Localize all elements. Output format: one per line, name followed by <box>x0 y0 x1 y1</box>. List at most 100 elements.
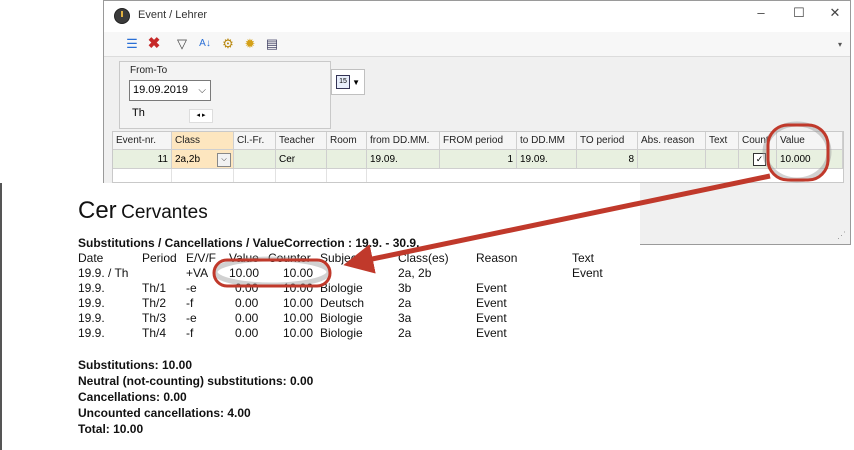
report-col-text: Text <box>572 251 595 265</box>
report-col-reason: Reason <box>476 251 518 265</box>
count-checkbox[interactable]: ✓ <box>753 153 766 166</box>
report-cell-date: 19.9. <box>78 281 105 295</box>
title-bar[interactable]: Event / Lehrer – ☐ ✕ <box>104 1 850 32</box>
from-to-label: From-To <box>130 65 168 76</box>
grid-empty-area <box>234 169 276 182</box>
maximize-button[interactable]: ☐ <box>782 1 816 25</box>
report-cell-subject: Deutsch <box>320 296 365 310</box>
report-cell-reason: Event <box>476 326 507 340</box>
report-cell-counter: 10.00 <box>283 266 314 280</box>
settings-icon[interactable]: ⚙ <box>220 36 236 52</box>
report-cell-period: Th/3 <box>142 311 167 325</box>
report-cell-date: 19.9. <box>78 326 105 340</box>
minimize-button[interactable]: – <box>744 1 778 25</box>
date-picker[interactable]: 19.09.2019 ⌵ <box>129 80 211 101</box>
resize-grip-icon[interactable]: ⋰ <box>837 230 846 241</box>
cell-text[interactable] <box>706 150 739 169</box>
report-col-value: Value <box>229 251 259 265</box>
grid-empty-area <box>172 169 234 182</box>
clock-icon <box>114 8 130 24</box>
report-cell-classes: 2a, 2b <box>398 266 432 280</box>
report-cell-classes: 2a <box>398 296 412 310</box>
col-header-from[interactable]: from DD.MM. <box>367 132 440 150</box>
summary-neutral: Neutral (not-counting) substitutions: 0.… <box>78 374 314 388</box>
calendar-icon: 15 <box>336 75 350 89</box>
report-cell-reason: Event <box>476 311 507 325</box>
report-cell-subject: Biologie <box>320 281 363 295</box>
cell-from[interactable]: 19.09. <box>367 150 440 169</box>
list-icon[interactable]: ☰ <box>124 36 140 52</box>
cell-from-period[interactable]: 1 <box>440 150 517 169</box>
cell-teacher[interactable]: Cer <box>276 150 327 169</box>
toolbar: ☰ ✖ ▽ A↓ ⚙ ✹ ▤ ▾ <box>104 32 850 57</box>
cell-event-nr[interactable]: 11 <box>113 150 172 169</box>
report-col-subject: Subject <box>320 251 361 265</box>
report-cell-period: Th/1 <box>142 281 167 295</box>
teacher-full-name: Cervantes <box>121 202 208 223</box>
cell-class-value: 2a,2b <box>175 154 201 165</box>
cell-count[interactable]: ✓ <box>739 150 777 169</box>
col-header-teacher[interactable]: Teacher <box>276 132 327 150</box>
cell-to[interactable]: 19.09. <box>517 150 577 169</box>
close-button[interactable]: ✕ <box>818 1 852 25</box>
report-cell-classes: 3b <box>398 281 412 295</box>
weekday-label: Th <box>132 107 145 119</box>
cell-value[interactable]: 10.000 <box>777 150 843 169</box>
report-cell-evf: -e <box>186 281 197 295</box>
date-spinner[interactable]: ◂ ▸ <box>189 109 213 123</box>
col-header-from-period[interactable]: FROM period <box>440 132 517 150</box>
report-cell-counter: 10.00 <box>283 326 314 340</box>
report-cell-reason: Event <box>476 281 507 295</box>
window-title: Event / Lehrer <box>138 9 208 21</box>
report-cell-value: 0.00 <box>235 296 259 310</box>
cell-cl-fr[interactable] <box>234 150 276 169</box>
cell-to-period[interactable]: 8 <box>577 150 638 169</box>
report-cell-evf: -e <box>186 311 197 325</box>
toolbar-menu-chevron-icon[interactable]: ▾ <box>838 40 842 49</box>
gear-icon[interactable]: ✹ <box>242 36 258 52</box>
col-header-count[interactable]: Count <box>739 132 777 150</box>
col-header-to-period[interactable]: TO period <box>577 132 638 150</box>
report-cell-counter: 10.00 <box>283 281 314 295</box>
col-header-text[interactable]: Text <box>706 132 739 150</box>
grid-empty-area <box>276 169 327 182</box>
report-cell-subject: Biologie <box>320 326 363 340</box>
filter-icon[interactable]: ▽ <box>174 36 190 52</box>
chevron-down-icon: ▼ <box>352 78 360 87</box>
summary-total: Total: 10.00 <box>78 422 144 436</box>
chevron-down-icon[interactable]: ⌵ <box>217 153 231 167</box>
delete-icon[interactable]: ✖ <box>146 36 162 52</box>
summary-substitutions: Substitutions: 10.00 <box>78 358 193 372</box>
report-cell-classes: 3a <box>398 311 412 325</box>
teacher-short-name: Cer <box>78 197 117 224</box>
report-cell-date: 19.9. / Th <box>78 266 129 280</box>
teacher-report: Cer Cervantes Substitutions / Cancellati… <box>0 183 640 450</box>
col-header-to[interactable]: to DD.MM <box>517 132 577 150</box>
teacher-heading: Cer Cervantes <box>78 197 208 225</box>
report-col-classes: Class(es) <box>398 251 449 265</box>
report-col-counter: Counter <box>268 251 311 265</box>
col-header-cl-fr[interactable]: Cl.-Fr. <box>234 132 276 150</box>
cell-class[interactable]: 2a,2b ⌵ <box>172 150 234 169</box>
report-cell-period: Th/4 <box>142 326 167 340</box>
report-cell-period: Th/2 <box>142 296 167 310</box>
report-cell-evf: -f <box>186 326 194 340</box>
col-header-abs-reason[interactable]: Abs. reason <box>638 132 706 150</box>
book-icon[interactable]: ▤ <box>264 36 280 52</box>
sort-icon[interactable]: A↓ <box>197 36 213 52</box>
summary-uncounted: Uncounted cancellations: 4.00 <box>78 406 251 420</box>
grid-empty-area <box>327 169 367 182</box>
report-cell-counter: 10.00 <box>283 311 314 325</box>
col-header-room[interactable]: Room <box>327 132 367 150</box>
cell-abs-reason[interactable] <box>638 150 706 169</box>
report-cell-evf: +VA <box>186 266 209 280</box>
report-col-date: Date <box>78 251 104 265</box>
report-cell-text: Event <box>572 266 603 280</box>
col-header-event-nr[interactable]: Event-nr. <box>113 132 172 150</box>
calendar-button[interactable]: 15 ▼ <box>331 69 365 95</box>
col-header-value[interactable]: Value <box>777 132 843 150</box>
chevron-down-icon[interactable]: ⌵ <box>198 81 206 100</box>
col-header-class[interactable]: Class <box>172 132 234 150</box>
report-cell-counter: 10.00 <box>283 296 314 310</box>
cell-room[interactable] <box>327 150 367 169</box>
